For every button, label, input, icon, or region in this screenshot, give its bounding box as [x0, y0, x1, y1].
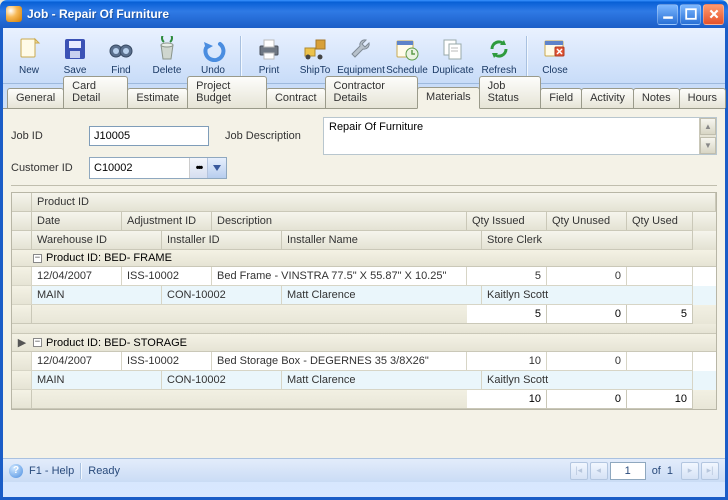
col-date[interactable]: Date: [32, 212, 122, 231]
schedule-button[interactable]: Schedule: [385, 31, 429, 81]
pager-of-label: of: [648, 465, 665, 477]
pager-prev-button[interactable]: ◂: [590, 462, 608, 480]
tab-content: Job ID J10005 Job Description Repair Of …: [3, 108, 725, 458]
recycle-bin-icon: [153, 35, 181, 63]
col-qty-unused[interactable]: Qty Unused: [547, 212, 627, 231]
shipto-button[interactable]: ShipTo: [293, 31, 337, 81]
status-text: Ready: [88, 465, 120, 477]
tab-project-budget[interactable]: Project Budget: [187, 76, 267, 108]
refresh-button[interactable]: Refresh: [477, 31, 521, 81]
help-text: F1 - Help: [29, 465, 74, 477]
job-desc-label: Job Description: [225, 130, 315, 142]
wrench-icon: [347, 35, 375, 63]
maximize-button[interactable]: [680, 4, 701, 25]
scroll-up-icon[interactable]: ▲: [700, 118, 716, 135]
col-qty-issued[interactable]: Qty Issued: [467, 212, 547, 231]
tab-card-detail[interactable]: Card Detail: [63, 76, 128, 108]
col-description[interactable]: Description: [212, 212, 467, 231]
tab-activity[interactable]: Activity: [581, 88, 634, 108]
print-button[interactable]: Print: [247, 31, 291, 81]
textarea-scrollbar[interactable]: ▲ ▼: [699, 118, 716, 154]
pager-first-button[interactable]: |◂: [570, 462, 588, 480]
toolbar-divider: [526, 36, 528, 76]
lookup-button[interactable]: •••: [190, 158, 208, 178]
tab-estimate[interactable]: Estimate: [127, 88, 188, 108]
col-qty-used[interactable]: Qty Used: [627, 212, 693, 231]
col-adjustment-id[interactable]: Adjustment ID: [122, 212, 212, 231]
duplicate-button[interactable]: Duplicate: [431, 31, 475, 81]
data-row[interactable]: 12/04/2007 ISS-10002 Bed Storage Box - D…: [12, 352, 716, 371]
tab-job-status[interactable]: Job Status: [479, 76, 542, 108]
tab-notes[interactable]: Notes: [633, 88, 680, 108]
group-header[interactable]: ▶ − Product ID: BED- STORAGE: [12, 334, 716, 352]
status-bar: ? F1 - Help Ready |◂ ◂ 1 of 1 ▸ ▸|: [3, 458, 725, 482]
calendar-clock-icon: [393, 35, 421, 63]
delete-button[interactable]: Delete: [145, 31, 189, 81]
floppy-disk-icon: [61, 35, 89, 63]
tab-hours[interactable]: Hours: [679, 88, 726, 108]
tab-strip: General Card Detail Estimate Project Bud…: [3, 84, 725, 108]
pager-last-button[interactable]: ▸|: [701, 462, 719, 480]
duplicate-pages-icon: [439, 35, 467, 63]
data-subrow[interactable]: MAIN CON-10002 Matt Clarence Kaitlyn Sco…: [12, 371, 716, 390]
group-total-row: 5 0 5: [12, 305, 716, 324]
data-subrow[interactable]: MAIN CON-10002 Matt Clarence Kaitlyn Sco…: [12, 286, 716, 305]
refresh-arrows-icon: [485, 35, 513, 63]
undo-button[interactable]: Undo: [191, 31, 235, 81]
col-store-clerk[interactable]: Store Clerk: [482, 231, 693, 250]
customer-id-label: Customer ID: [11, 162, 81, 174]
collapse-icon[interactable]: −: [33, 338, 42, 347]
binoculars-icon: [107, 35, 135, 63]
pager-next-button[interactable]: ▸: [681, 462, 699, 480]
job-id-input[interactable]: J10005: [89, 126, 209, 146]
tab-general[interactable]: General: [7, 88, 64, 108]
job-description-textarea[interactable]: Repair Of Furniture ▲ ▼: [323, 117, 717, 155]
group-total-row: 10 0 10: [12, 390, 716, 409]
dropdown-button[interactable]: [208, 158, 226, 178]
pager-total: 1: [667, 465, 673, 477]
window-title: Job - Repair Of Furniture: [27, 7, 657, 21]
close-button[interactable]: Close: [533, 31, 577, 81]
forklift-icon: [301, 35, 329, 63]
help-icon[interactable]: ?: [9, 464, 23, 478]
job-id-label: Job ID: [11, 130, 81, 142]
tab-contract[interactable]: Contract: [266, 88, 326, 108]
save-button[interactable]: Save: [53, 31, 97, 81]
new-button[interactable]: New: [7, 31, 51, 81]
tab-contractor-details[interactable]: Contractor Details: [325, 76, 418, 108]
close-window-button[interactable]: [703, 4, 724, 25]
equipment-button[interactable]: Equipment: [339, 31, 383, 81]
close-window-icon: [541, 35, 569, 63]
undo-arrow-icon: [199, 35, 227, 63]
pager: |◂ ◂ 1 of 1 ▸ ▸|: [570, 462, 719, 480]
col-warehouse-id[interactable]: Warehouse ID: [32, 231, 162, 250]
title-bar[interactable]: Job - Repair Of Furniture: [0, 0, 728, 28]
app-icon: [6, 6, 22, 22]
pager-page-input[interactable]: 1: [610, 462, 646, 480]
group-title: Product ID: BED- STORAGE: [46, 337, 187, 349]
customer-id-input[interactable]: C10002: [90, 158, 190, 178]
scroll-down-icon[interactable]: ▼: [700, 137, 716, 154]
toolbar-divider: [240, 36, 242, 76]
find-button[interactable]: Find: [99, 31, 143, 81]
group-title: Product ID: BED- FRAME: [46, 252, 172, 264]
new-document-icon: [15, 35, 43, 63]
col-product-id[interactable]: Product ID: [32, 193, 716, 212]
minimize-button[interactable]: [657, 4, 678, 25]
col-installer-id[interactable]: Installer ID: [162, 231, 282, 250]
tab-materials[interactable]: Materials: [417, 87, 480, 109]
col-installer-name[interactable]: Installer Name: [282, 231, 482, 250]
collapse-icon[interactable]: −: [33, 254, 42, 263]
data-row[interactable]: 12/04/2007 ISS-10002 Bed Frame - VINSTRA…: [12, 267, 716, 286]
materials-grid[interactable]: Product ID Date Adjustment ID Descriptio…: [11, 192, 717, 410]
tab-field[interactable]: Field: [540, 88, 582, 108]
group-header[interactable]: − Product ID: BED- FRAME: [12, 250, 716, 267]
printer-icon: [255, 35, 283, 63]
current-row-marker-icon: ▶: [15, 336, 29, 349]
